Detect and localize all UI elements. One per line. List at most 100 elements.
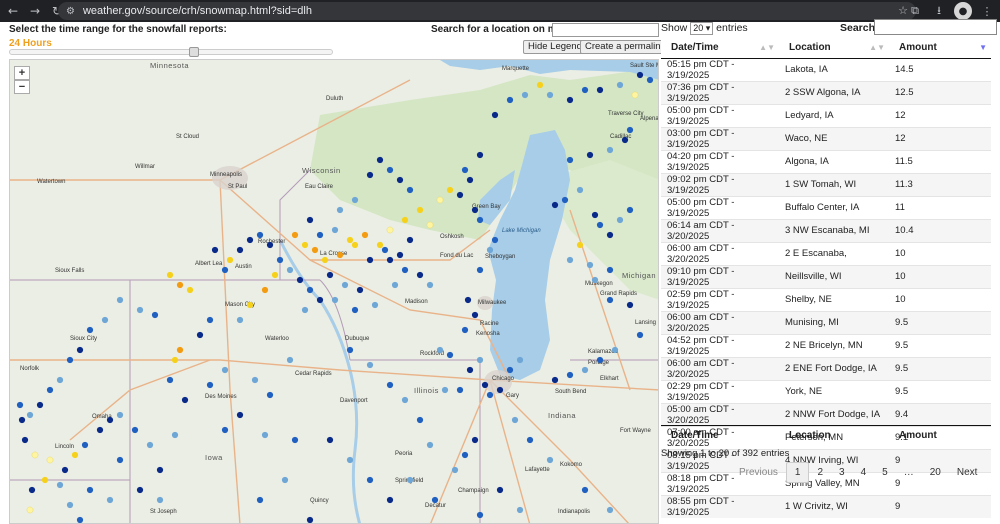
snowfall-report-marker[interactable] [206,316,214,324]
snowfall-report-marker[interactable] [61,466,69,474]
snowfall-report-marker[interactable] [306,286,314,294]
snowfall-report-marker[interactable] [431,496,439,504]
snowfall-report-marker[interactable] [276,256,284,264]
snowfall-report-marker[interactable] [316,296,324,304]
snowfall-report-marker[interactable] [331,226,339,234]
snowfall-report-marker[interactable] [266,241,274,249]
snowfall-report-marker[interactable] [66,501,74,509]
snowfall-report-marker[interactable] [596,356,604,364]
snowfall-report-marker[interactable] [636,331,644,339]
snowfall-report-marker[interactable] [16,401,24,409]
snowfall-report-marker[interactable] [466,366,474,374]
snowfall-report-marker[interactable] [336,206,344,214]
snowfall-report-marker[interactable] [626,206,634,214]
snowfall-report-marker[interactable] [356,286,364,294]
snowfall-report-marker[interactable] [171,356,179,364]
snowfall-report-marker[interactable] [186,286,194,294]
previous-page-button[interactable]: Previous [731,463,786,482]
snowfall-report-marker[interactable] [646,76,654,84]
snowfall-report-marker[interactable] [386,226,394,234]
snowfall-report-marker[interactable] [341,281,349,289]
table-row[interactable]: 06:00 am CDT - 3/20/2025 2 ENE Fort Dodge… [661,356,991,380]
site-info-icon[interactable]: ⚙ [66,6,75,17]
snowfall-report-marker[interactable] [166,271,174,279]
snowfall-report-marker[interactable] [376,241,384,249]
snowfall-report-marker[interactable] [366,361,374,369]
table-row[interactable]: 06:00 am CDT - 3/20/2025 2 E Escanaba, 10 [661,241,991,265]
snowfall-report-marker[interactable] [471,436,479,444]
snowfall-report-marker[interactable] [106,416,114,424]
snowfall-report-marker[interactable] [426,441,434,449]
snowfall-report-marker[interactable] [461,326,469,334]
snowfall-report-marker[interactable] [536,81,544,89]
snowfall-report-marker[interactable] [156,466,164,474]
snowfall-report-marker[interactable] [76,516,84,523]
table-search-input[interactable] [874,19,997,35]
snowfall-report-marker[interactable] [21,436,29,444]
snowfall-report-marker[interactable] [336,251,344,259]
snowfall-report-marker[interactable] [416,271,424,279]
snowfall-report-marker[interactable] [471,311,479,319]
snowfall-report-marker[interactable] [221,426,229,434]
snowfall-report-marker[interactable] [31,451,39,459]
col-header-datetime[interactable]: Date/Time ▲▼ [661,38,779,59]
table-row[interactable]: 08:55 pm CDT - 3/19/2025 1 W Crivitz, WI 9 [661,494,991,518]
search-map-input[interactable] [552,23,659,37]
snowfall-report-marker[interactable] [491,236,499,244]
snowfall-report-marker[interactable] [586,261,594,269]
snowfall-report-marker[interactable] [406,186,414,194]
snowfall-report-marker[interactable] [346,236,354,244]
page-20-button[interactable]: 20 [922,463,949,482]
table-row[interactable]: 07:36 pm CDT - 3/19/2025 2 SSW Algona, IA… [661,80,991,104]
snowfall-report-marker[interactable] [146,441,154,449]
snowfall-report-marker[interactable] [456,386,464,394]
snowfall-report-marker[interactable] [506,366,514,374]
snowfall-report-marker[interactable] [476,151,484,159]
snowfall-report-marker[interactable] [516,356,524,364]
snowfall-report-marker[interactable] [131,426,139,434]
snowfall-report-marker[interactable] [366,171,374,179]
back-icon[interactable]: ← [4,2,22,20]
snowfall-report-marker[interactable] [591,211,599,219]
snowfall-report-marker[interactable] [496,486,504,494]
page-1-button[interactable]: 1 [785,462,810,483]
snowfall-report-marker[interactable] [476,511,484,519]
snowfall-report-marker[interactable] [361,231,369,239]
entries-select[interactable]: 20 ▾ [690,22,714,35]
snowfall-report-marker[interactable] [611,346,619,354]
snowfall-report-marker[interactable] [286,356,294,364]
snowfall-report-marker[interactable] [396,176,404,184]
snowfall-report-marker[interactable] [176,346,184,354]
col-header-location[interactable]: Location ▲▼ [779,38,889,59]
snowfall-report-marker[interactable] [236,411,244,419]
snowfall-report-marker[interactable] [246,301,254,309]
map-canvas[interactable]: Minnesota Wisconsin Iowa Illinois Michigan In… [10,60,659,524]
snowfall-report-marker[interactable] [316,231,324,239]
snowfall-report-marker[interactable] [636,71,644,79]
snowfall-report-marker[interactable] [386,256,394,264]
snowfall-report-marker[interactable] [101,316,109,324]
snowfall-report-marker[interactable] [464,296,472,304]
snowfall-report-marker[interactable] [166,376,174,384]
snowfall-report-marker[interactable] [626,301,634,309]
snowfall-report-marker[interactable] [136,486,144,494]
snowfall-report-marker[interactable] [306,216,314,224]
snowfall-report-marker[interactable] [291,231,299,239]
table-row[interactable]: 05:00 am CDT - 3/20/2025 2 NNW Fort Dodge… [661,402,991,426]
table-row[interactable]: 03:00 pm CDT - 3/19/2025 Waco, NE 12 [661,126,991,150]
snowfall-report-marker[interactable] [76,346,84,354]
snowfall-report-marker[interactable] [181,396,189,404]
snowfall-report-marker[interactable] [426,221,434,229]
snowfall-report-marker[interactable] [261,286,269,294]
snowfall-report-marker[interactable] [46,456,54,464]
snowfall-report-marker[interactable] [591,276,599,284]
snowfall-report-marker[interactable] [196,331,204,339]
snowfall-report-marker[interactable] [581,486,589,494]
snowfall-report-marker[interactable] [26,411,34,419]
snowfall-report-marker[interactable] [41,476,49,484]
snowfall-report-marker[interactable] [351,306,359,314]
snowfall-report-marker[interactable] [56,481,64,489]
table-row[interactable]: 04:52 pm CDT - 3/19/2025 2 NE Bricelyn, M… [661,333,991,357]
snowfall-report-marker[interactable] [306,516,314,523]
snowfall-report-marker[interactable] [436,196,444,204]
